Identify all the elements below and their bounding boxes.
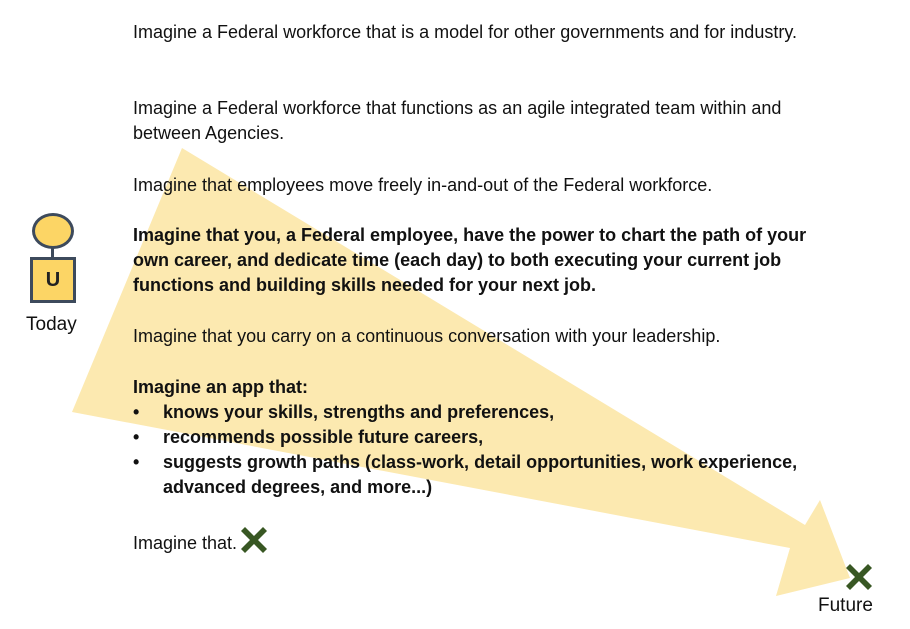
future-label: Future: [818, 595, 873, 616]
paragraph-agile-team: Imagine a Federal workforce that functio…: [133, 98, 782, 143]
list-item: • suggests growth paths (class-work, deta…: [133, 452, 798, 497]
today-label: Today: [26, 314, 77, 335]
x-mark-icon: [241, 527, 268, 553]
list-item: • knows your skills, strengths and prefer…: [133, 400, 813, 425]
bullet: •: [133, 427, 140, 447]
paragraph-conversation: Imagine that you carry on a continuous c…: [133, 326, 721, 346]
list-item: • recommends possible future careers,: [133, 425, 813, 450]
paragraph-move-freely: Imagine that employees move freely in-an…: [133, 175, 713, 195]
bullet: •: [133, 402, 140, 422]
app-section: Imagine an app that: • knows your skills,…: [133, 375, 813, 500]
x-mark-icon: [846, 564, 872, 590]
app-feature-list: • knows your skills, strengths and prefer…: [133, 400, 813, 500]
paragraph-chart-career: Imagine that you, a Federal employee, ha…: [133, 225, 807, 295]
closing-text: Imagine that.: [133, 533, 238, 553]
avatar-head: [32, 213, 74, 249]
bullet: •: [133, 452, 140, 472]
app-intro: Imagine an app that:: [133, 377, 309, 397]
person-avatar-icon: U: [30, 257, 76, 303]
paragraph-model-workforce: Imagine a Federal workforce that is a mo…: [133, 22, 797, 42]
paragraph-imagine-that: Imagine that.: [133, 527, 813, 556]
